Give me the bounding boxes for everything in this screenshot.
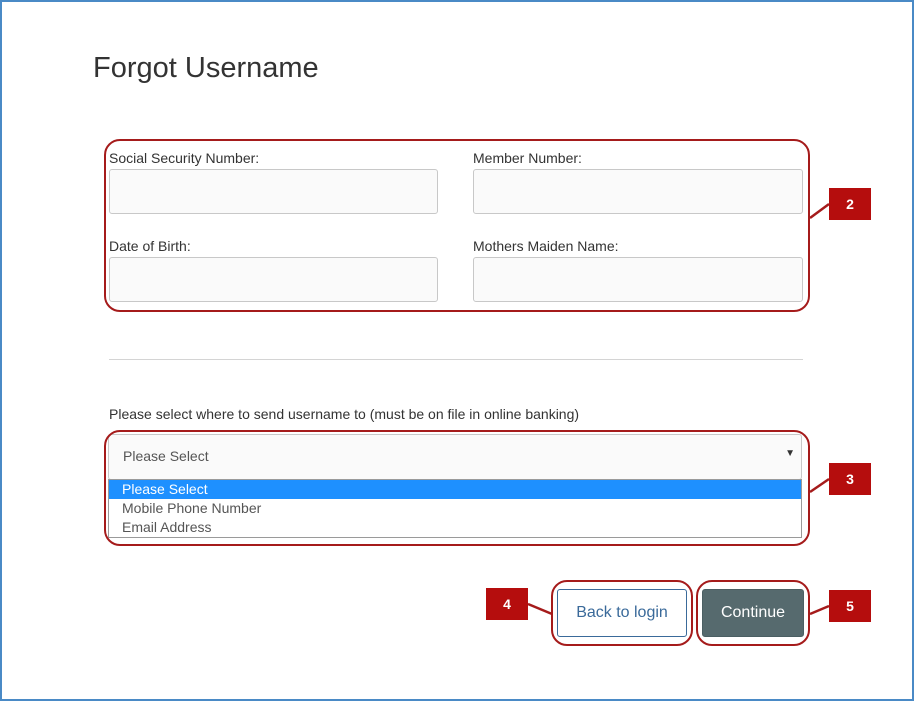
callout-badge-5: 5 [829,590,871,622]
callout-badge-4: 4 [486,588,528,620]
callout-badge-2: 2 [829,188,871,220]
leader-line-2 [809,202,830,220]
leader-line-5 [809,604,830,616]
leader-line-3 [809,477,830,494]
leader-line-4 [527,602,553,616]
callout-leader-lines [527,202,830,616]
callout-badge-3: 3 [829,463,871,495]
